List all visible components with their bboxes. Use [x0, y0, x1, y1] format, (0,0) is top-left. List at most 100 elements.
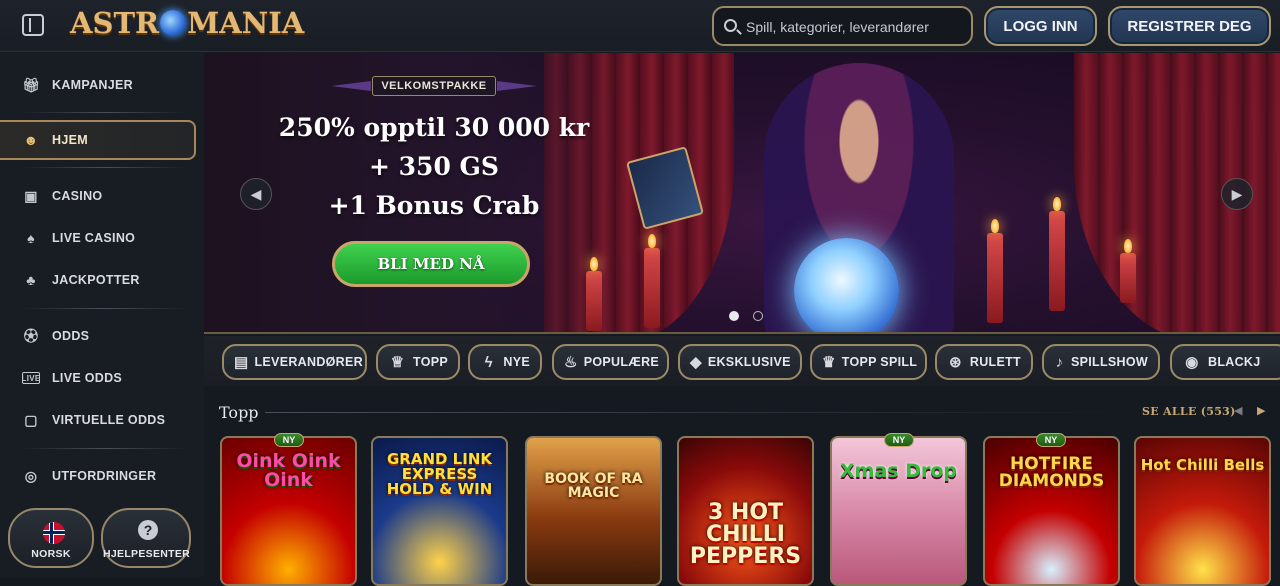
category-populaere[interactable]: ♨ POPULÆRE	[552, 344, 669, 380]
help-label: HJELPESENTER	[103, 548, 191, 560]
football-icon: ⚽︎	[23, 328, 39, 344]
games-prev-arrow-icon[interactable]: ◀	[1234, 404, 1242, 417]
category-nye[interactable]: ϟ NYE	[468, 344, 542, 380]
logo-text-left: ASTR	[70, 6, 160, 40]
game-tile-xmas-drop[interactable]: Xmas Drop	[830, 436, 967, 586]
category-topp[interactable]: ♕ TOPP	[376, 344, 460, 380]
game-title: Hot Chilli Bells	[1140, 456, 1265, 474]
norway-flag-icon	[43, 522, 65, 544]
game-title: 3 HOT CHILLI PEPPERS	[689, 500, 802, 569]
candle-image	[1120, 239, 1136, 303]
category-label: TOPP	[412, 355, 448, 369]
game-tile-oink[interactable]: Oink Oink Oink	[220, 436, 357, 586]
carousel-dot-active[interactable]	[729, 311, 739, 321]
sidebar-item-utfordringer[interactable]: ◎ UTFORDRINGER	[22, 460, 156, 492]
candle-image	[586, 257, 602, 331]
carousel-dot[interactable]	[753, 311, 763, 321]
category-label: TOPP SPILL	[841, 355, 918, 369]
game-tile-grand-link[interactable]: GRAND LINK EXPRESS HOLD & WIN	[371, 436, 508, 586]
category-bar: ▤ LEVERANDØRER ♕ TOPP ϟ NYE ♨ POPULÆRE ◆…	[204, 336, 1280, 386]
game-tile-hot-chilli-peppers[interactable]: 3 HOT CHILLI PEPPERS	[677, 436, 814, 586]
category-label: POPULÆRE	[583, 355, 660, 369]
sidebar-item-virtuelle-odds[interactable]: ▢ VIRTUELLE ODDS	[22, 404, 165, 436]
divider	[22, 308, 187, 309]
crystal-ball-image	[794, 238, 899, 332]
sidebar-item-label: KAMPANJER	[52, 78, 133, 92]
sidebar-item-hjem[interactable]: ☻ HJEM	[22, 124, 88, 156]
category-eksklusive[interactable]: ◆ EKSKLUSIVE	[678, 344, 802, 380]
new-badge: NY	[274, 433, 304, 447]
game-tile-book-of-ra[interactable]: BOOK OF RA MAGIC	[525, 436, 662, 586]
game-tile-hotfire-diamonds[interactable]: HOTFIRE DIAMONDS	[983, 436, 1120, 586]
login-button[interactable]: LOGG INN	[984, 6, 1097, 46]
language-button[interactable]: NORSK	[8, 508, 94, 568]
roulette-icon: ⊛	[949, 354, 962, 371]
live-badge-icon: LIVE	[21, 372, 41, 384]
logo[interactable]: ASTR MANIA	[70, 6, 304, 40]
sidebar-item-casino[interactable]: ▣ CASINO	[22, 180, 102, 212]
clover-icon: ♣	[26, 272, 36, 288]
game-tile-hot-chilli-bells[interactable]: Hot Chilli Bells	[1134, 436, 1271, 586]
game-title: HOTFIRE DIAMONDS	[998, 454, 1105, 491]
candle-image	[1049, 197, 1065, 311]
section-divider	[265, 412, 1125, 413]
game-title: GRAND LINK EXPRESS HOLD & WIN	[386, 450, 493, 498]
category-topp-spill[interactable]: ♛ TOPP SPILL	[810, 344, 927, 380]
sidebar-item-label: LIVE ODDS	[52, 371, 123, 385]
category-label: RULETT	[969, 355, 1021, 369]
section-title: Topp	[219, 403, 259, 422]
category-rulett[interactable]: ⊛ RULETT	[935, 344, 1033, 380]
flame-icon: ♨	[564, 354, 578, 371]
help-center-button[interactable]: ? HJELPESENTER	[101, 508, 191, 568]
sidebar-item-label: UTFORDRINGER	[52, 469, 157, 483]
new-badge: NY	[1036, 433, 1066, 447]
category-blackjack[interactable]: ◉ BLACKJ	[1170, 344, 1280, 380]
see-all-link[interactable]: SE ALLE (553)	[1142, 405, 1236, 418]
home-icon: ☻	[23, 132, 39, 148]
sidebar-item-odds[interactable]: ⚽︎ ODDS	[22, 320, 89, 352]
sidebar-item-label: CASINO	[52, 189, 103, 203]
banner-line-3: +1 Bonus Crab	[328, 191, 540, 220]
banner-prev-arrow-icon[interactable]: ◀	[240, 178, 272, 210]
diamond-icon: ◆	[690, 354, 702, 371]
search-input[interactable]	[746, 16, 966, 38]
sidebar-item-label: VIRTUELLE ODDS	[52, 413, 166, 427]
virtual-screen-icon: ▢	[24, 411, 38, 428]
search-icon	[724, 19, 737, 32]
sidebar-item-kampanjer[interactable]: 🎁︎ KAMPANJER	[22, 69, 133, 101]
crown-icon: ♛	[822, 354, 836, 371]
microphone-icon: ♪	[1055, 353, 1064, 371]
category-label: EKSKLUSIVE	[707, 355, 791, 369]
register-button[interactable]: REGISTRER DEG	[1108, 6, 1271, 46]
category-label: NYE	[503, 355, 530, 369]
divider	[22, 112, 187, 113]
sidebar: 🎁︎ KAMPANJER ☻ HJEM ▣ CASINO ♠ LIVE CASI…	[0, 53, 204, 577]
sidebar-item-live-casino[interactable]: ♠ LIVE CASINO	[22, 222, 135, 254]
sidebar-item-live-odds[interactable]: LIVE LIVE ODDS	[22, 362, 122, 394]
candle-image	[644, 234, 660, 328]
promo-banner[interactable]: VELKOMSTPAKKE 250% opptil 30 000 kr + 35…	[204, 53, 1280, 334]
sidebar-item-label: LIVE CASINO	[52, 231, 136, 245]
divider	[22, 448, 187, 449]
welcome-badge: VELKOMSTPAKKE	[372, 76, 496, 96]
providers-icon: ▤	[234, 354, 249, 371]
top-header: ASTR MANIA LOGG INN REGISTRER DEG	[0, 0, 1280, 52]
join-now-button[interactable]: BLI MED NÅ	[332, 241, 530, 287]
category-leverandorer[interactable]: ▤ LEVERANDØRER	[222, 344, 367, 380]
category-label: BLACKJ	[1208, 355, 1261, 369]
sidebar-item-jackpotter[interactable]: ♣ JACKPOTTER	[22, 264, 140, 296]
medal-icon: ◎	[24, 467, 38, 484]
new-badge: NY	[884, 433, 914, 447]
sidebar-toggle-icon[interactable]	[22, 14, 44, 36]
category-label: SPILLSHOW	[1070, 355, 1148, 369]
banner-line-2: + 350 GS	[369, 152, 499, 181]
sidebar-item-label: HJEM	[52, 133, 88, 147]
question-icon: ?	[138, 520, 158, 540]
sidebar-item-label: ODDS	[52, 329, 90, 343]
games-next-arrow-icon[interactable]: ▶	[1257, 404, 1265, 417]
search-box[interactable]	[712, 6, 973, 46]
game-title: BOOK OF RA MAGIC	[544, 471, 643, 501]
divider	[22, 167, 187, 168]
banner-next-arrow-icon[interactable]: ▶	[1221, 178, 1253, 210]
category-spillshow[interactable]: ♪ SPILLSHOW	[1042, 344, 1160, 380]
